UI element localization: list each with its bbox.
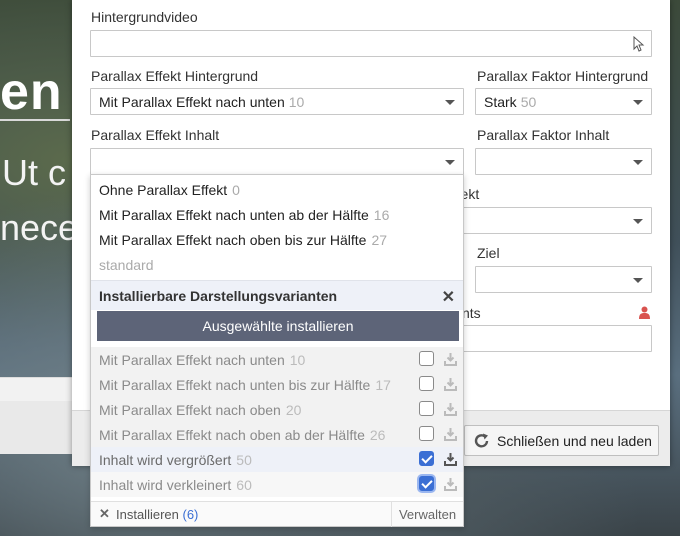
variant-row[interactable]: Inhalt wird verkleinert 60 bbox=[91, 472, 463, 497]
chevron-down-icon bbox=[633, 219, 643, 224]
chevron-down-icon bbox=[445, 160, 455, 165]
hintergrundvideo-input[interactable] bbox=[90, 30, 652, 57]
background-heading: en bbox=[0, 63, 63, 121]
variant-row[interactable]: Inhalt wird vergrößert 50 bbox=[91, 447, 463, 472]
chevron-down-icon bbox=[633, 100, 643, 105]
installable-variants-title: Installierbare Darstellungsvarianten bbox=[99, 287, 338, 304]
nts-input[interactable] bbox=[452, 325, 652, 352]
close-icon[interactable]: ✕ bbox=[442, 287, 455, 307]
chevron-down-icon bbox=[445, 100, 455, 105]
variant-checkbox[interactable] bbox=[419, 476, 434, 491]
dropdown-option[interactable]: Mit Parallax Effekt nach oben bis zur Hä… bbox=[91, 227, 463, 252]
parallax-bg-factor-count: 50 bbox=[520, 94, 537, 110]
dropdown-option[interactable]: Mit Parallax Effekt nach unten ab der Hä… bbox=[91, 202, 463, 227]
parallax-content-select[interactable] bbox=[90, 148, 464, 175]
download-icon[interactable] bbox=[444, 427, 457, 441]
effekt-select[interactable] bbox=[452, 207, 652, 234]
variant-checkbox[interactable] bbox=[419, 376, 434, 391]
dropdown-option[interactable]: Ohne Parallax Effekt 0 bbox=[91, 177, 463, 202]
dropdown-footer: ✕ Installieren (6) Verwalten bbox=[91, 501, 463, 527]
variant-checkbox[interactable] bbox=[419, 426, 434, 441]
parallax-bg-factor-value: Stark bbox=[484, 94, 517, 110]
install-count: (6) bbox=[182, 507, 199, 522]
parallax-bg-value: Mit Parallax Effekt nach unten bbox=[99, 94, 285, 110]
parallax-bg-factor-select[interactable]: Stark 50 bbox=[475, 88, 652, 115]
manage-button[interactable]: Verwalten bbox=[391, 502, 463, 527]
parallax-content-factor-select[interactable] bbox=[475, 148, 652, 175]
download-icon[interactable] bbox=[444, 477, 457, 491]
chevron-down-icon bbox=[633, 278, 643, 283]
person-icon[interactable] bbox=[639, 306, 650, 319]
background-panel-inner bbox=[0, 401, 72, 454]
reload-button[interactable]: Schließen und neu laden bbox=[464, 425, 659, 456]
refresh-icon bbox=[474, 433, 489, 447]
chevron-down-icon bbox=[633, 160, 643, 165]
download-icon[interactable] bbox=[444, 352, 457, 366]
close-icon[interactable]: ✕ bbox=[99, 506, 110, 522]
nts-label: nts bbox=[462, 305, 481, 321]
download-icon[interactable] bbox=[444, 452, 457, 466]
variant-row[interactable]: Mit Parallax Effekt nach oben 20 bbox=[91, 397, 463, 422]
variant-row[interactable]: Mit Parallax Effekt nach oben ab der Häl… bbox=[91, 422, 463, 447]
install-selected-button[interactable]: Ausgewählte installieren bbox=[97, 311, 459, 341]
variant-row[interactable]: Mit Parallax Effekt nach unten bis zur H… bbox=[91, 372, 463, 397]
background-text-line-2: nece bbox=[0, 207, 79, 248]
installable-variants-header: Installierbare Darstellungsvarianten ✕ bbox=[91, 280, 463, 310]
background-divider bbox=[0, 119, 70, 121]
variant-checkbox[interactable] bbox=[419, 351, 434, 366]
install-link[interactable]: Installieren (6) bbox=[116, 507, 198, 522]
ziel-label: Ziel bbox=[477, 245, 500, 261]
background-text-line-1: Ut c bbox=[2, 152, 67, 193]
hintergrundvideo-label: Hintergrundvideo bbox=[91, 9, 198, 25]
reload-button-label: Schließen und neu laden bbox=[497, 432, 652, 449]
variant-checkbox[interactable] bbox=[419, 401, 434, 416]
download-icon[interactable] bbox=[444, 402, 457, 416]
parallax-bg-count: 10 bbox=[288, 94, 305, 110]
variant-checkbox[interactable] bbox=[419, 451, 434, 466]
parallax-bg-factor-label: Parallax Faktor Hintergrund bbox=[477, 68, 649, 84]
download-icon[interactable] bbox=[444, 377, 457, 391]
parallax-bg-select[interactable]: Mit Parallax Effekt nach unten 10 bbox=[90, 88, 464, 115]
parallax-content-factor-label: Parallax Faktor Inhalt bbox=[477, 127, 610, 143]
parallax-bg-label: Parallax Effekt Hintergrund bbox=[91, 68, 259, 84]
ziel-select[interactable] bbox=[475, 266, 652, 293]
dropdown-option-standard[interactable]: standard bbox=[91, 252, 463, 277]
variant-row[interactable]: Mit Parallax Effekt nach unten 10 bbox=[91, 347, 463, 372]
cursor-pointer-icon bbox=[633, 36, 645, 52]
parallax-content-label: Parallax Effekt Inhalt bbox=[91, 127, 220, 143]
parallax-content-dropdown: Ohne Parallax Effekt 0 Mit Parallax Effek… bbox=[90, 174, 464, 527]
